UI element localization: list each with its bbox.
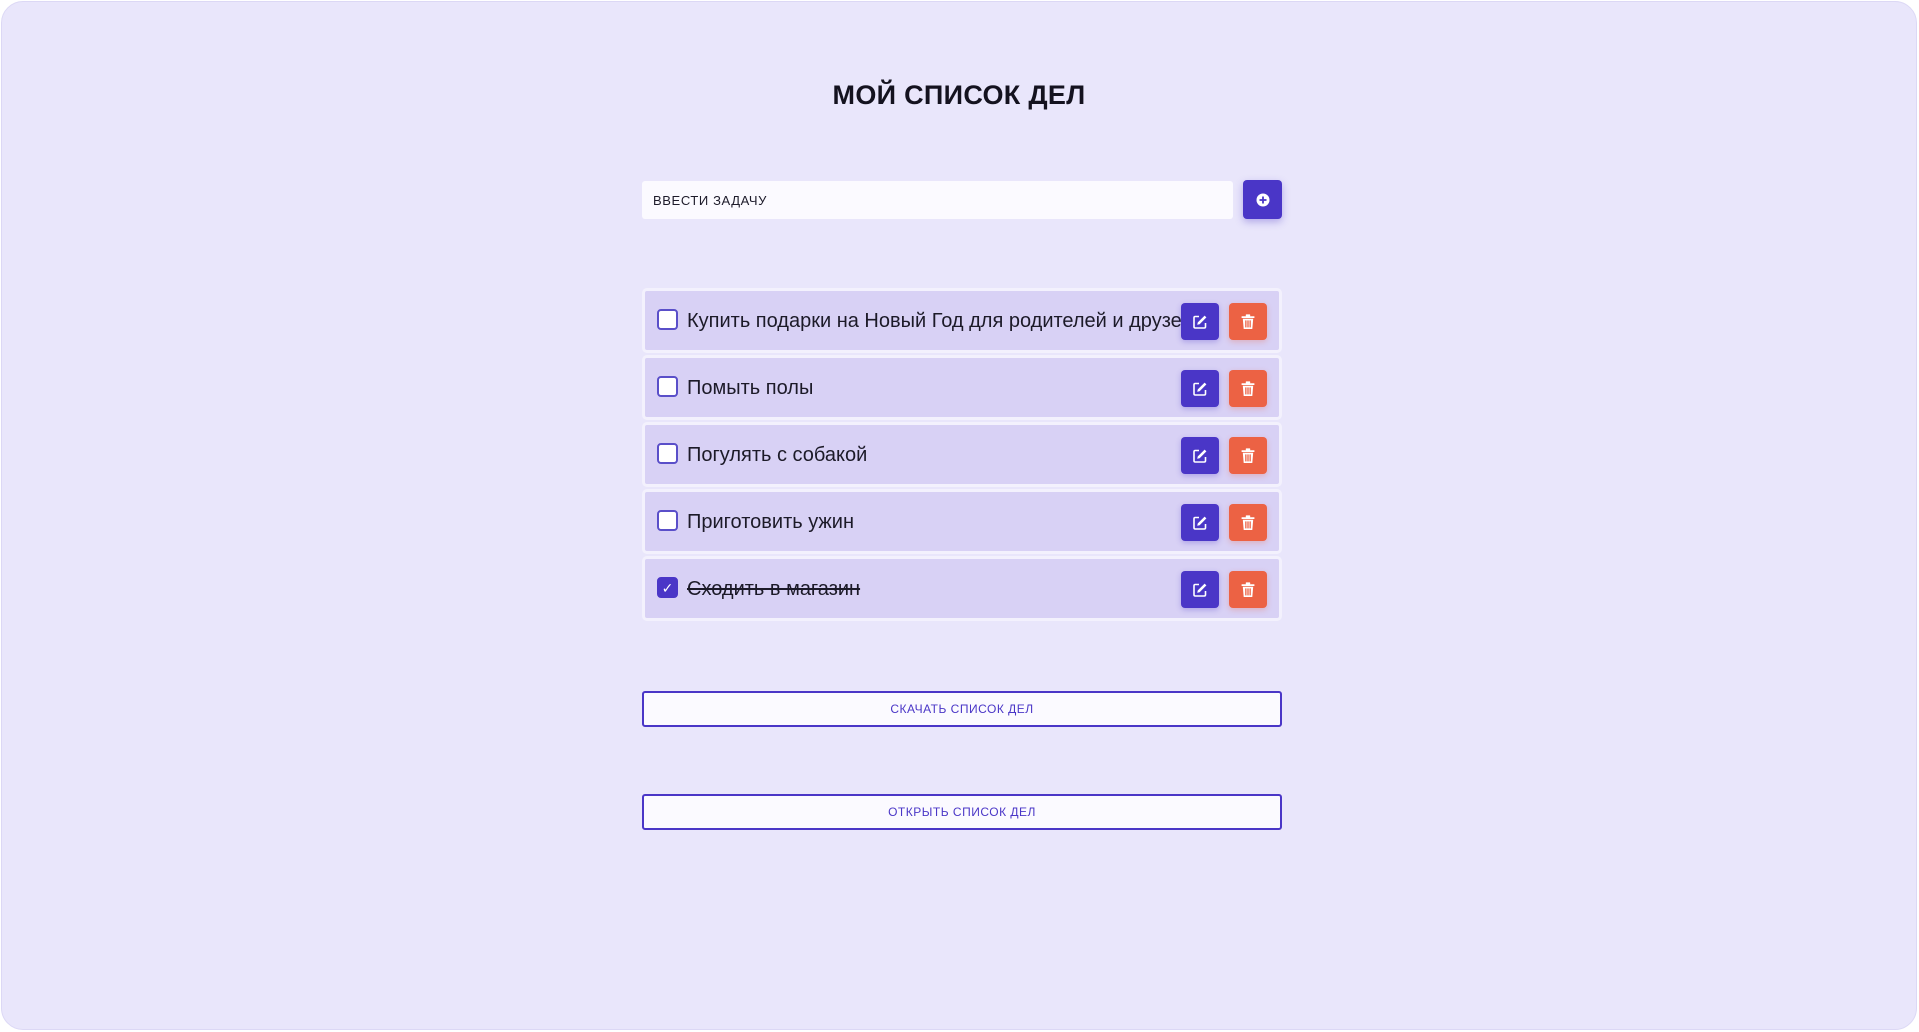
task-checkbox[interactable] <box>657 376 678 397</box>
delete-task-button[interactable] <box>1229 504 1267 541</box>
task-text: Помыть полы <box>687 377 814 399</box>
pencil-square-icon <box>1192 515 1208 531</box>
pencil-square-icon <box>1192 448 1208 464</box>
task-checkbox[interactable] <box>657 309 678 330</box>
task-checkbox[interactable] <box>657 510 678 531</box>
add-task-button[interactable] <box>1243 180 1282 219</box>
task-text: Сходить в магазин <box>687 578 861 600</box>
task-text: Приготовить ужин <box>687 511 855 533</box>
edit-task-button[interactable] <box>1181 571 1219 608</box>
trash-icon <box>1241 581 1255 598</box>
page-title: МОЙ СПИСОК ДЕЛ <box>832 80 1086 110</box>
app-window: МОЙ СПИСОК ДЕЛ Купить подарки на Новый Г… <box>1 1 1917 1030</box>
pencil-square-icon <box>1192 582 1208 598</box>
pencil-square-icon <box>1192 381 1208 397</box>
task-text: Купить подарки на Новый Год для родителе… <box>687 310 1193 332</box>
open-list-button[interactable]: ОТКРЫТЬ СПИСОК ДЕЛ <box>642 794 1282 830</box>
edit-task-button[interactable] <box>1181 303 1219 340</box>
task-item: ✓ Сходить в магазин <box>642 556 1282 621</box>
task-item: Погулять с собакой <box>642 422 1282 487</box>
task-text: Погулять с собакой <box>687 444 868 466</box>
pencil-square-icon <box>1192 314 1208 330</box>
task-list: Купить подарки на Новый Год для родителе… <box>642 288 1282 623</box>
edit-task-button[interactable] <box>1181 370 1219 407</box>
new-task-row <box>642 180 1282 220</box>
delete-task-button[interactable] <box>1229 437 1267 474</box>
trash-icon <box>1241 514 1255 531</box>
delete-task-button[interactable] <box>1229 303 1267 340</box>
plus-circle-icon <box>1256 193 1270 207</box>
task-item: Помыть полы <box>642 355 1282 420</box>
edit-task-button[interactable] <box>1181 437 1219 474</box>
trash-icon <box>1241 447 1255 464</box>
task-checkbox[interactable] <box>657 443 678 464</box>
task-checkbox[interactable]: ✓ <box>657 577 678 598</box>
download-list-button[interactable]: СКАЧАТЬ СПИСОК ДЕЛ <box>642 691 1282 727</box>
task-item: Купить подарки на Новый Год для родителе… <box>642 288 1282 353</box>
trash-icon <box>1241 313 1255 330</box>
delete-task-button[interactable] <box>1229 370 1267 407</box>
edit-task-button[interactable] <box>1181 504 1219 541</box>
task-input[interactable] <box>642 181 1233 219</box>
trash-icon <box>1241 380 1255 397</box>
delete-task-button[interactable] <box>1229 571 1267 608</box>
task-item: Приготовить ужин <box>642 489 1282 554</box>
check-mark-icon: ✓ <box>661 579 674 596</box>
